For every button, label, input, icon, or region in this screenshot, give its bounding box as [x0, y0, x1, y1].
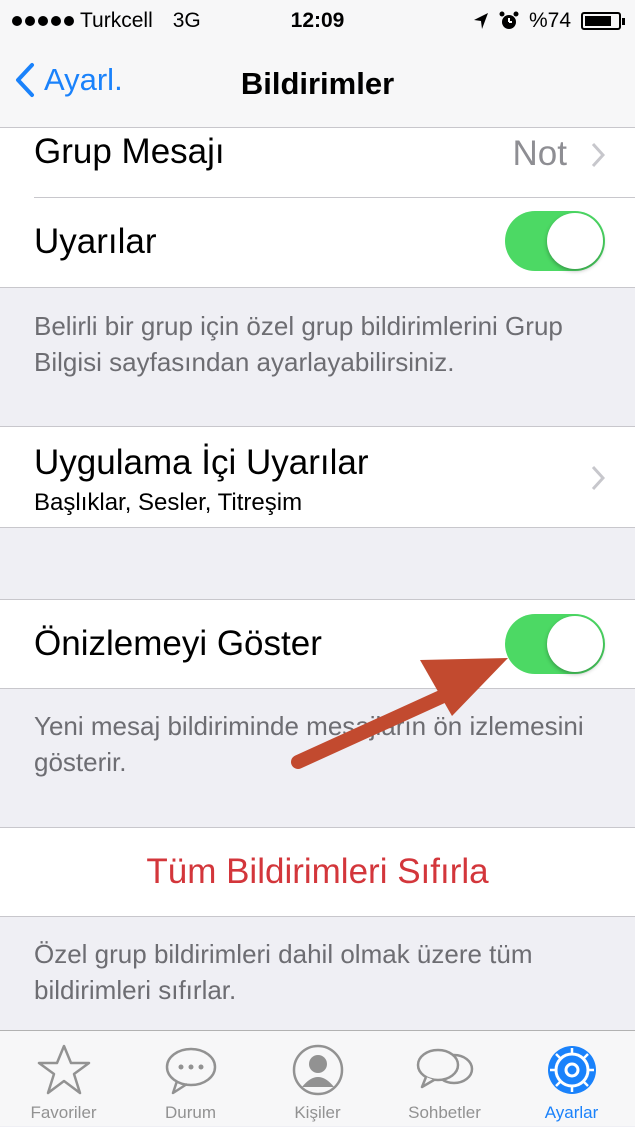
tab-label: Durum — [164, 1103, 216, 1122]
tab-settings[interactable]: Ayarlar — [508, 1031, 635, 1127]
tab-label: Favoriler — [30, 1103, 97, 1122]
alarm-clock-icon — [499, 11, 519, 29]
star-icon — [37, 1044, 90, 1095]
status-bar: Turkcell 3G 12:09 %74 — [0, 0, 635, 42]
speech-bubble-icon — [165, 1047, 216, 1095]
battery-icon — [581, 12, 625, 30]
show-preview-row: Önizlemeyi Göster — [0, 599, 635, 689]
in-app-alerts-row[interactable]: Uygulama İçi Uyarılar Başlıklar, Sesler,… — [0, 426, 635, 528]
chats-icon — [416, 1048, 473, 1089]
tab-label: Kişiler — [294, 1103, 341, 1122]
tab-label: Ayarlar — [544, 1103, 599, 1122]
tab-label: Sohbetler — [408, 1103, 481, 1122]
gear-icon — [547, 1046, 596, 1094]
chevron-right-icon — [591, 465, 605, 491]
person-icon — [292, 1044, 343, 1096]
reset-footer: Özel grup bildirimleri dahil olmak üzere… — [34, 939, 533, 1005]
in-app-alerts-subtitle: Başlıklar, Sesler, Titreşim — [34, 489, 303, 516]
alerts-toggle[interactable] — [505, 211, 605, 271]
navigation-bar: Ayarl. Bildirimler — [0, 42, 635, 128]
alerts-row: Uyarılar — [0, 198, 635, 288]
tab-favorites[interactable]: Favoriler — [0, 1031, 127, 1127]
page-title: Bildirimler — [240, 66, 395, 101]
group-message-label: Grup Mesajı — [34, 132, 225, 171]
in-app-alerts-label: Uygulama İçi Uyarılar — [34, 443, 369, 482]
group-message-value: Not — [512, 134, 567, 173]
preview-footer: Yeni mesaj bildiriminde mesajların ön iz… — [34, 711, 584, 777]
reset-all-button[interactable]: Tüm Bildirimleri Sıfırla — [0, 852, 635, 892]
alerts-footer: Belirli bir grup için özel grup bildirim… — [34, 311, 563, 377]
location-arrow-icon — [473, 13, 488, 29]
reset-all-row[interactable]: Tüm Bildirimleri Sıfırla — [0, 827, 635, 917]
tab-status[interactable]: Durum — [127, 1031, 254, 1127]
group-message-row[interactable]: Grup Mesajı Not — [0, 128, 635, 198]
tab-chats[interactable]: Sohbetler — [381, 1031, 508, 1127]
show-preview-label: Önizlemeyi Göster — [34, 624, 322, 663]
alerts-label: Uyarılar — [34, 222, 157, 261]
chevron-right-icon — [591, 142, 605, 168]
show-preview-toggle[interactable] — [505, 614, 605, 674]
battery-percent: %74 — [528, 9, 571, 32]
tab-contacts[interactable]: Kişiler — [254, 1031, 381, 1127]
tab-bar: Favoriler Durum Kişiler Sohbetler Ayarla… — [0, 1030, 635, 1126]
